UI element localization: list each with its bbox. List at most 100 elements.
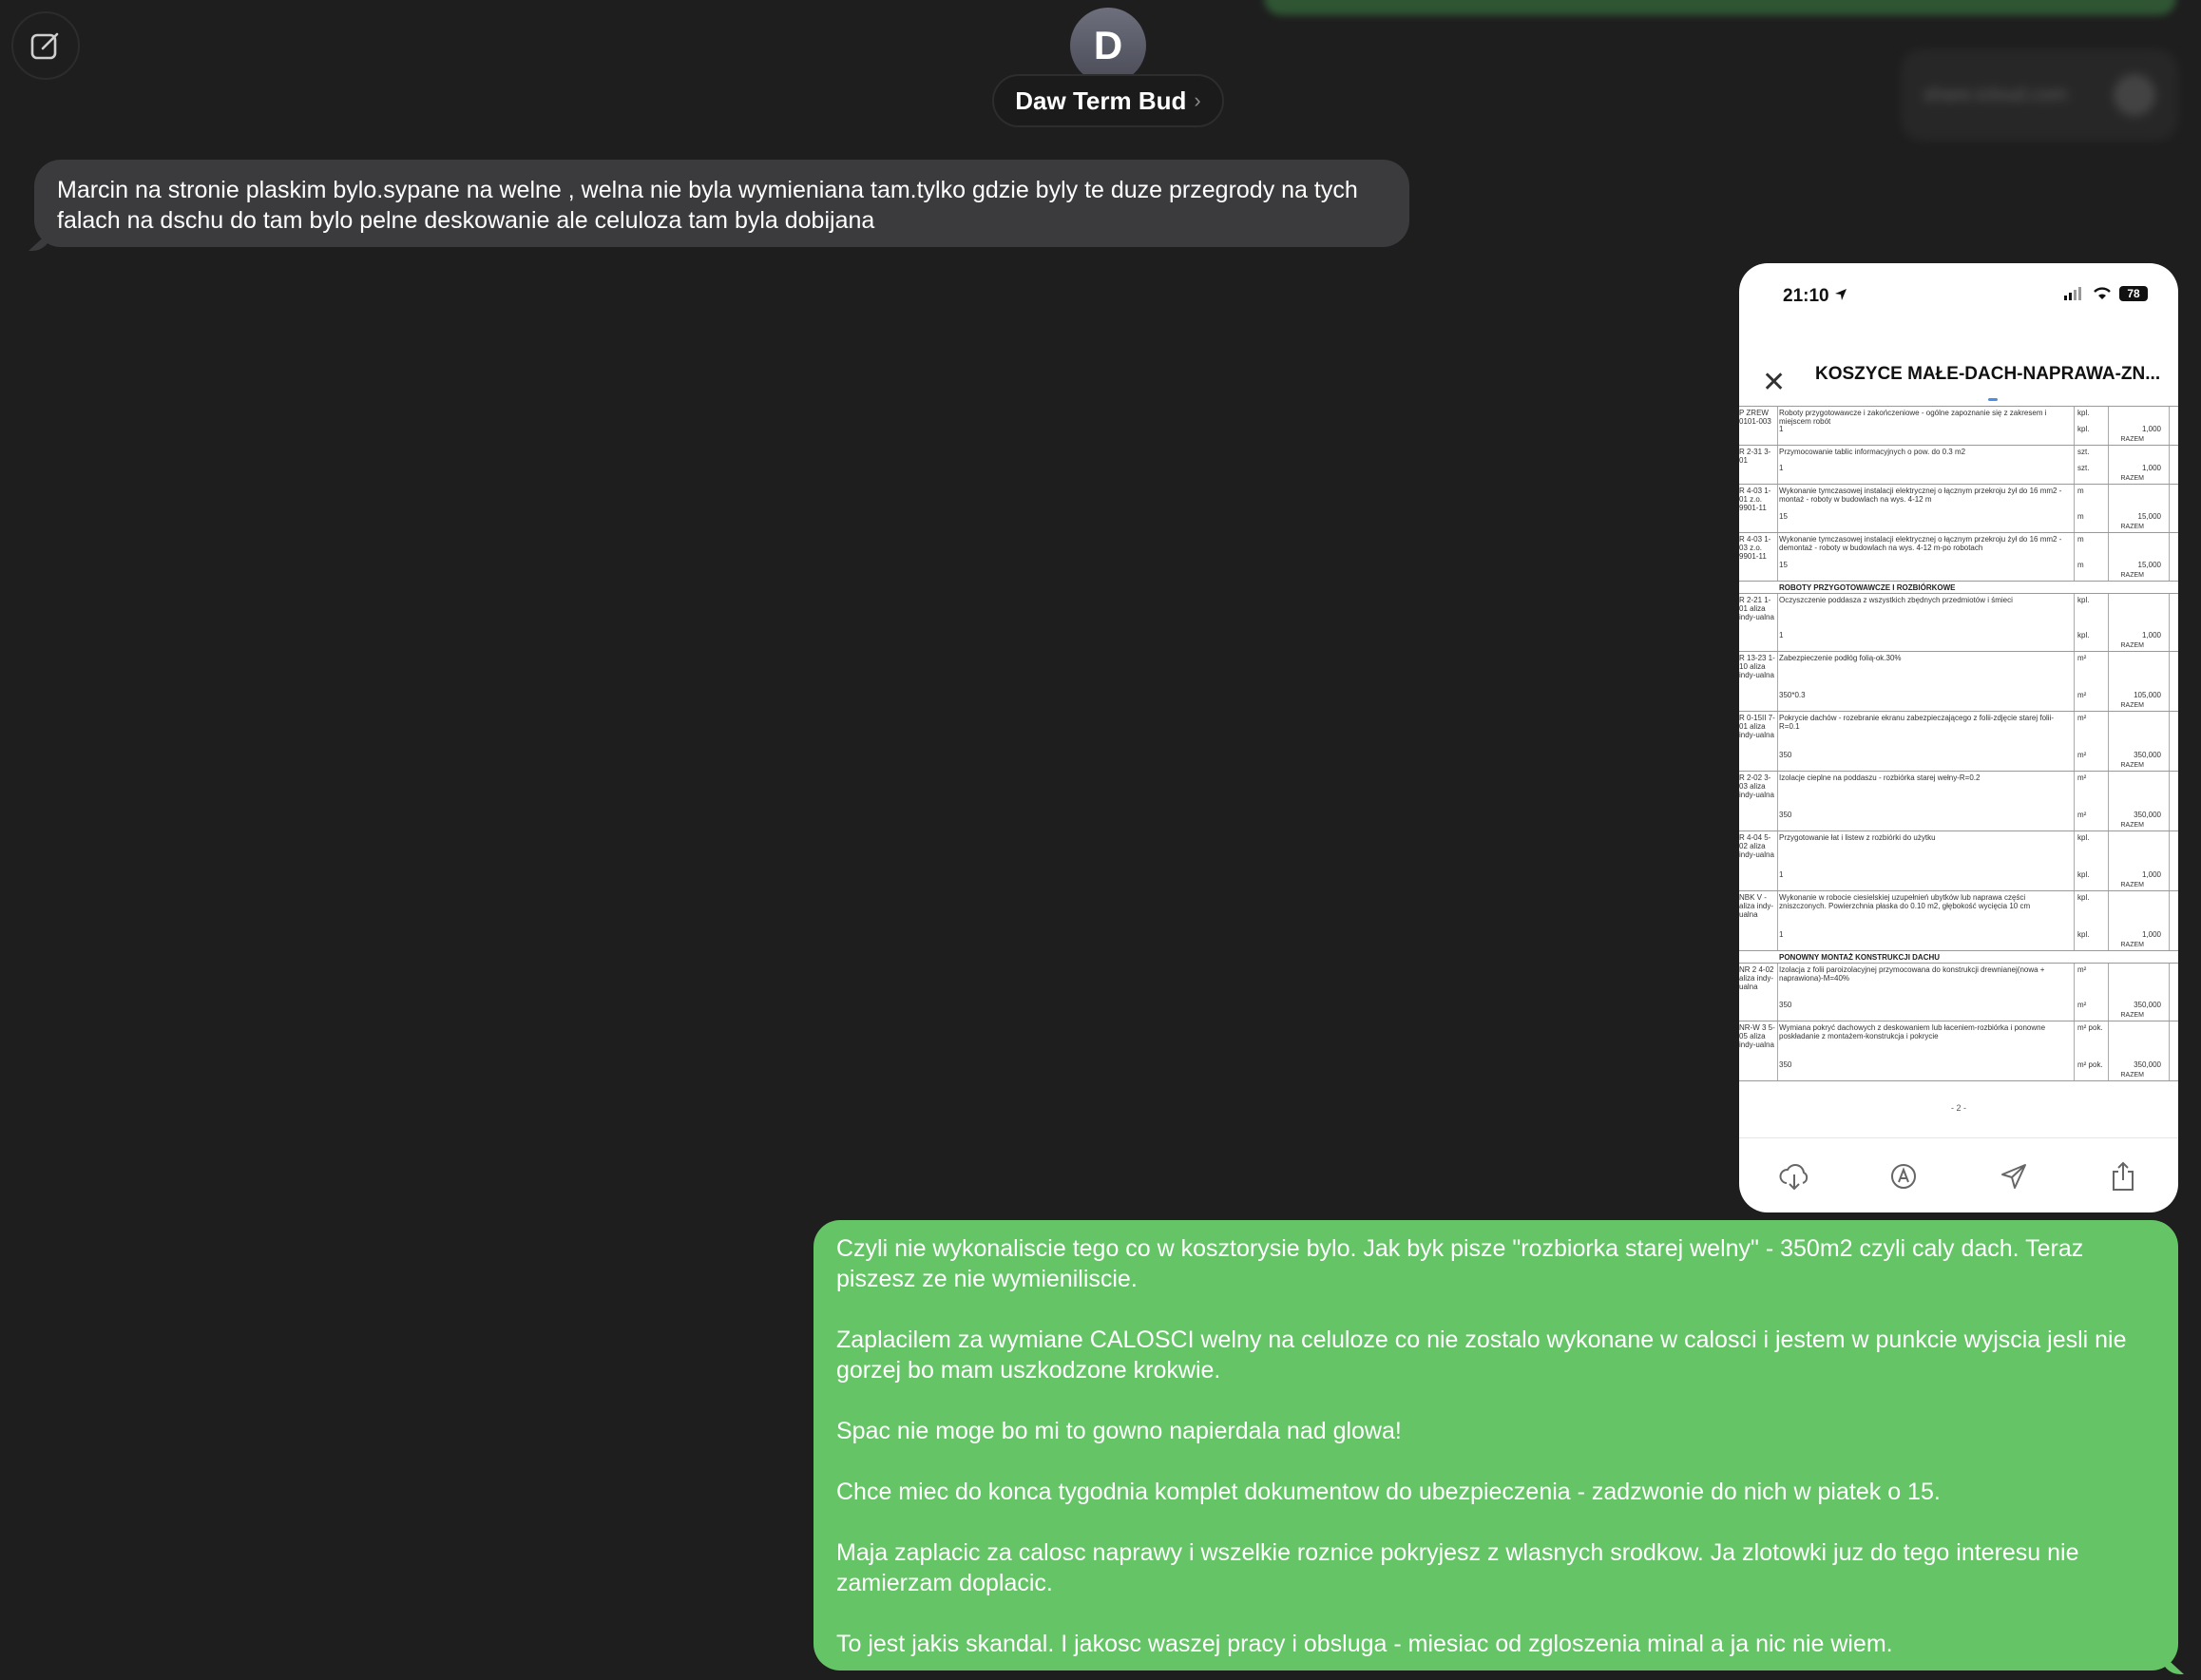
cell-base: 15 bbox=[1779, 561, 1788, 569]
link-preview-bubble[interactable]: share.icloud.com bbox=[1901, 49, 2178, 141]
cell-razem: RAZEM bbox=[2120, 1012, 2145, 1019]
cell-unit-bottom: m² bbox=[2077, 811, 2087, 819]
cell-qty: 1,000 bbox=[2141, 631, 2161, 640]
location-arrow-icon bbox=[1834, 289, 1847, 300]
cell-code: R 0-15II 7-01 aliza indy-ualna bbox=[1739, 714, 1775, 739]
cell-unit-bottom: szt. bbox=[2077, 464, 2090, 472]
cell-code: R 2-31 3-01 bbox=[1739, 448, 1771, 465]
cell-unit: szt. bbox=[2077, 448, 2090, 456]
cell-qty: 15,000 bbox=[2137, 561, 2161, 569]
cell-desc: Wykonanie tymczasowej instalacji elektry… bbox=[1779, 487, 2062, 504]
close-icon: ✕ bbox=[1762, 367, 1787, 398]
document-table: P ZREW 0101-003 Roboty przygotowawcze i z… bbox=[1739, 406, 2178, 1081]
cell-qty: 1,000 bbox=[2141, 870, 2161, 879]
cell-unit-bottom: m² bbox=[2077, 751, 2087, 759]
cell-desc: Zabezpieczenie podłóg folią-ok.30% bbox=[1779, 654, 1902, 662]
message-paragraph: Czyli nie wykonaliscie tego co w kosztor… bbox=[836, 1235, 2084, 1292]
table-gridline bbox=[2108, 485, 2109, 532]
cell-razem: RAZEM bbox=[2120, 524, 2145, 530]
cell-razem: RAZEM bbox=[2120, 882, 2145, 888]
table-gridline bbox=[1777, 712, 1778, 771]
cell-code: P ZREW 0101-003 bbox=[1739, 409, 1771, 426]
table-gridline bbox=[2108, 446, 2109, 484]
table-gridline bbox=[1777, 1021, 1778, 1080]
cell-razem: RAZEM bbox=[2120, 642, 2145, 649]
table-gridline bbox=[1777, 485, 1778, 532]
cell-desc: Wykonanie tymczasowej instalacji elektry… bbox=[1779, 535, 2062, 552]
document-title: KOSZYCE MAŁE-DACH-NAPRAWA-ZN... bbox=[1815, 364, 2161, 384]
cell-qty: 15,000 bbox=[2137, 512, 2161, 521]
cell-qty: 350,000 bbox=[2134, 1001, 2161, 1009]
cell-code: NBK V - aliza indy-ualna bbox=[1739, 893, 1774, 919]
incoming-message[interactable]: Marcin na stronie plaskim bylo.sypane na… bbox=[34, 160, 1409, 247]
cell-unit-bottom: m² bbox=[2077, 1001, 2087, 1009]
cell-desc: Roboty przygotowawcze i zakończeniowe - … bbox=[1779, 409, 2047, 426]
cell-desc: Oczyszczenie poddasza z wszystkich zbędn… bbox=[1779, 596, 2013, 604]
table-gridline bbox=[2074, 485, 2075, 532]
table-row: P ZREW 0101-003 Roboty przygotowawcze i z… bbox=[1739, 406, 2178, 445]
table-gridline bbox=[2074, 712, 2075, 771]
title-underline bbox=[1988, 398, 1998, 401]
cell-unit-bottom: m² bbox=[2077, 691, 2087, 699]
table-gridline bbox=[2074, 831, 2075, 890]
table-gridline bbox=[2169, 712, 2170, 771]
page-number: - 2 - bbox=[1950, 1103, 1966, 1113]
cell-base: 1 bbox=[1779, 425, 1784, 433]
cell-qty: 350,000 bbox=[2134, 751, 2161, 759]
table-gridline bbox=[2169, 772, 2170, 830]
cell-base: 15 bbox=[1779, 512, 1788, 521]
cell-code: R 4-03 1-03 z.o. 9901-11 bbox=[1739, 535, 1771, 561]
cell-qty: 1,000 bbox=[2141, 425, 2161, 433]
table-gridline bbox=[2169, 485, 2170, 532]
table-gridline bbox=[2074, 964, 2075, 1021]
table-section-header: PONOWNY MONTAŻ KONSTRUKCJI DACHU bbox=[1739, 950, 2178, 963]
cell-unit: m² bbox=[2077, 965, 2087, 974]
cell-razem: RAZEM bbox=[2120, 702, 2145, 709]
table-row: NR-W 3 5-05 aliza indy-ualna Wymiana pokr… bbox=[1739, 1021, 2178, 1080]
document-toolbar bbox=[1739, 1137, 2178, 1212]
cell-razem: RAZEM bbox=[2120, 822, 2145, 829]
cell-qty: 350,000 bbox=[2134, 1060, 2161, 1069]
cell-desc: Wykonanie w robocie ciesielskiej uzupełn… bbox=[1779, 893, 2031, 910]
table-gridline bbox=[1777, 772, 1778, 830]
table-gridline bbox=[2108, 533, 2109, 581]
image-attachment[interactable]: 21:10 78 ✕ KOSZYCE MAŁE-DACH-NAPRAWA-ZN.… bbox=[1739, 263, 2178, 1212]
phone-status-bar: 21:10 78 bbox=[1739, 263, 2178, 320]
table-gridline bbox=[1777, 446, 1778, 484]
message-paragraph: To jest jakis skandal. I jakosc waszej p… bbox=[836, 1631, 1893, 1657]
cell-desc: Pokrycie dachów - rozebranie ekranu zabe… bbox=[1779, 714, 2055, 731]
cell-razem: RAZEM bbox=[2120, 572, 2145, 579]
message-paragraph: Maja zaplacic za calosc naprawy i wszelk… bbox=[836, 1539, 2079, 1596]
cell-base: 1 bbox=[1779, 930, 1784, 939]
table-gridline bbox=[2074, 652, 2075, 711]
cell-razem: RAZEM bbox=[2120, 436, 2145, 443]
table-gridline bbox=[2108, 1021, 2109, 1080]
compose-button[interactable] bbox=[11, 11, 80, 80]
cell-base: 1 bbox=[1779, 464, 1784, 472]
table-gridline bbox=[2169, 533, 2170, 581]
cell-unit-bottom: m bbox=[2077, 561, 2084, 569]
table-gridline bbox=[2108, 831, 2109, 890]
table-gridline bbox=[2108, 772, 2109, 830]
previous-outgoing-bubble bbox=[1264, 0, 2176, 15]
cell-code: R 13-23 1-10 aliza indy-ualna bbox=[1739, 654, 1775, 679]
table-gridline bbox=[1777, 533, 1778, 581]
table-row: R 2-31 3-01 Przymocowanie tablic informac… bbox=[1739, 445, 2178, 484]
cell-code: R 4-03 1-01 z.o. 9901-11 bbox=[1739, 487, 1771, 512]
cell-code: R 2-21 1-01 aliza indy-ualna bbox=[1739, 596, 1774, 621]
table-gridline bbox=[2108, 652, 2109, 711]
cell-razem: RAZEM bbox=[2120, 1072, 2145, 1079]
cell-unit-bottom: kpl. bbox=[2077, 425, 2090, 433]
table-gridline bbox=[2169, 594, 2170, 651]
table-gridline bbox=[2108, 712, 2109, 771]
status-time: 21:10 bbox=[1783, 286, 1847, 307]
cell-unit: kpl. bbox=[2077, 893, 2090, 902]
cell-desc: Izolacja z folii paroizolacyjnej przymoc… bbox=[1779, 965, 2045, 983]
avatar[interactable]: D bbox=[1070, 8, 1146, 84]
table-gridline bbox=[2074, 891, 2075, 950]
contact-name-button[interactable]: Daw Term Bud › bbox=[992, 74, 1224, 127]
battery-icon: 78 bbox=[2119, 286, 2148, 301]
cell-unit: kpl. bbox=[2077, 833, 2090, 842]
table-gridline bbox=[2074, 772, 2075, 830]
outgoing-message[interactable]: Czyli nie wykonaliscie tego co w kosztor… bbox=[813, 1220, 2178, 1670]
